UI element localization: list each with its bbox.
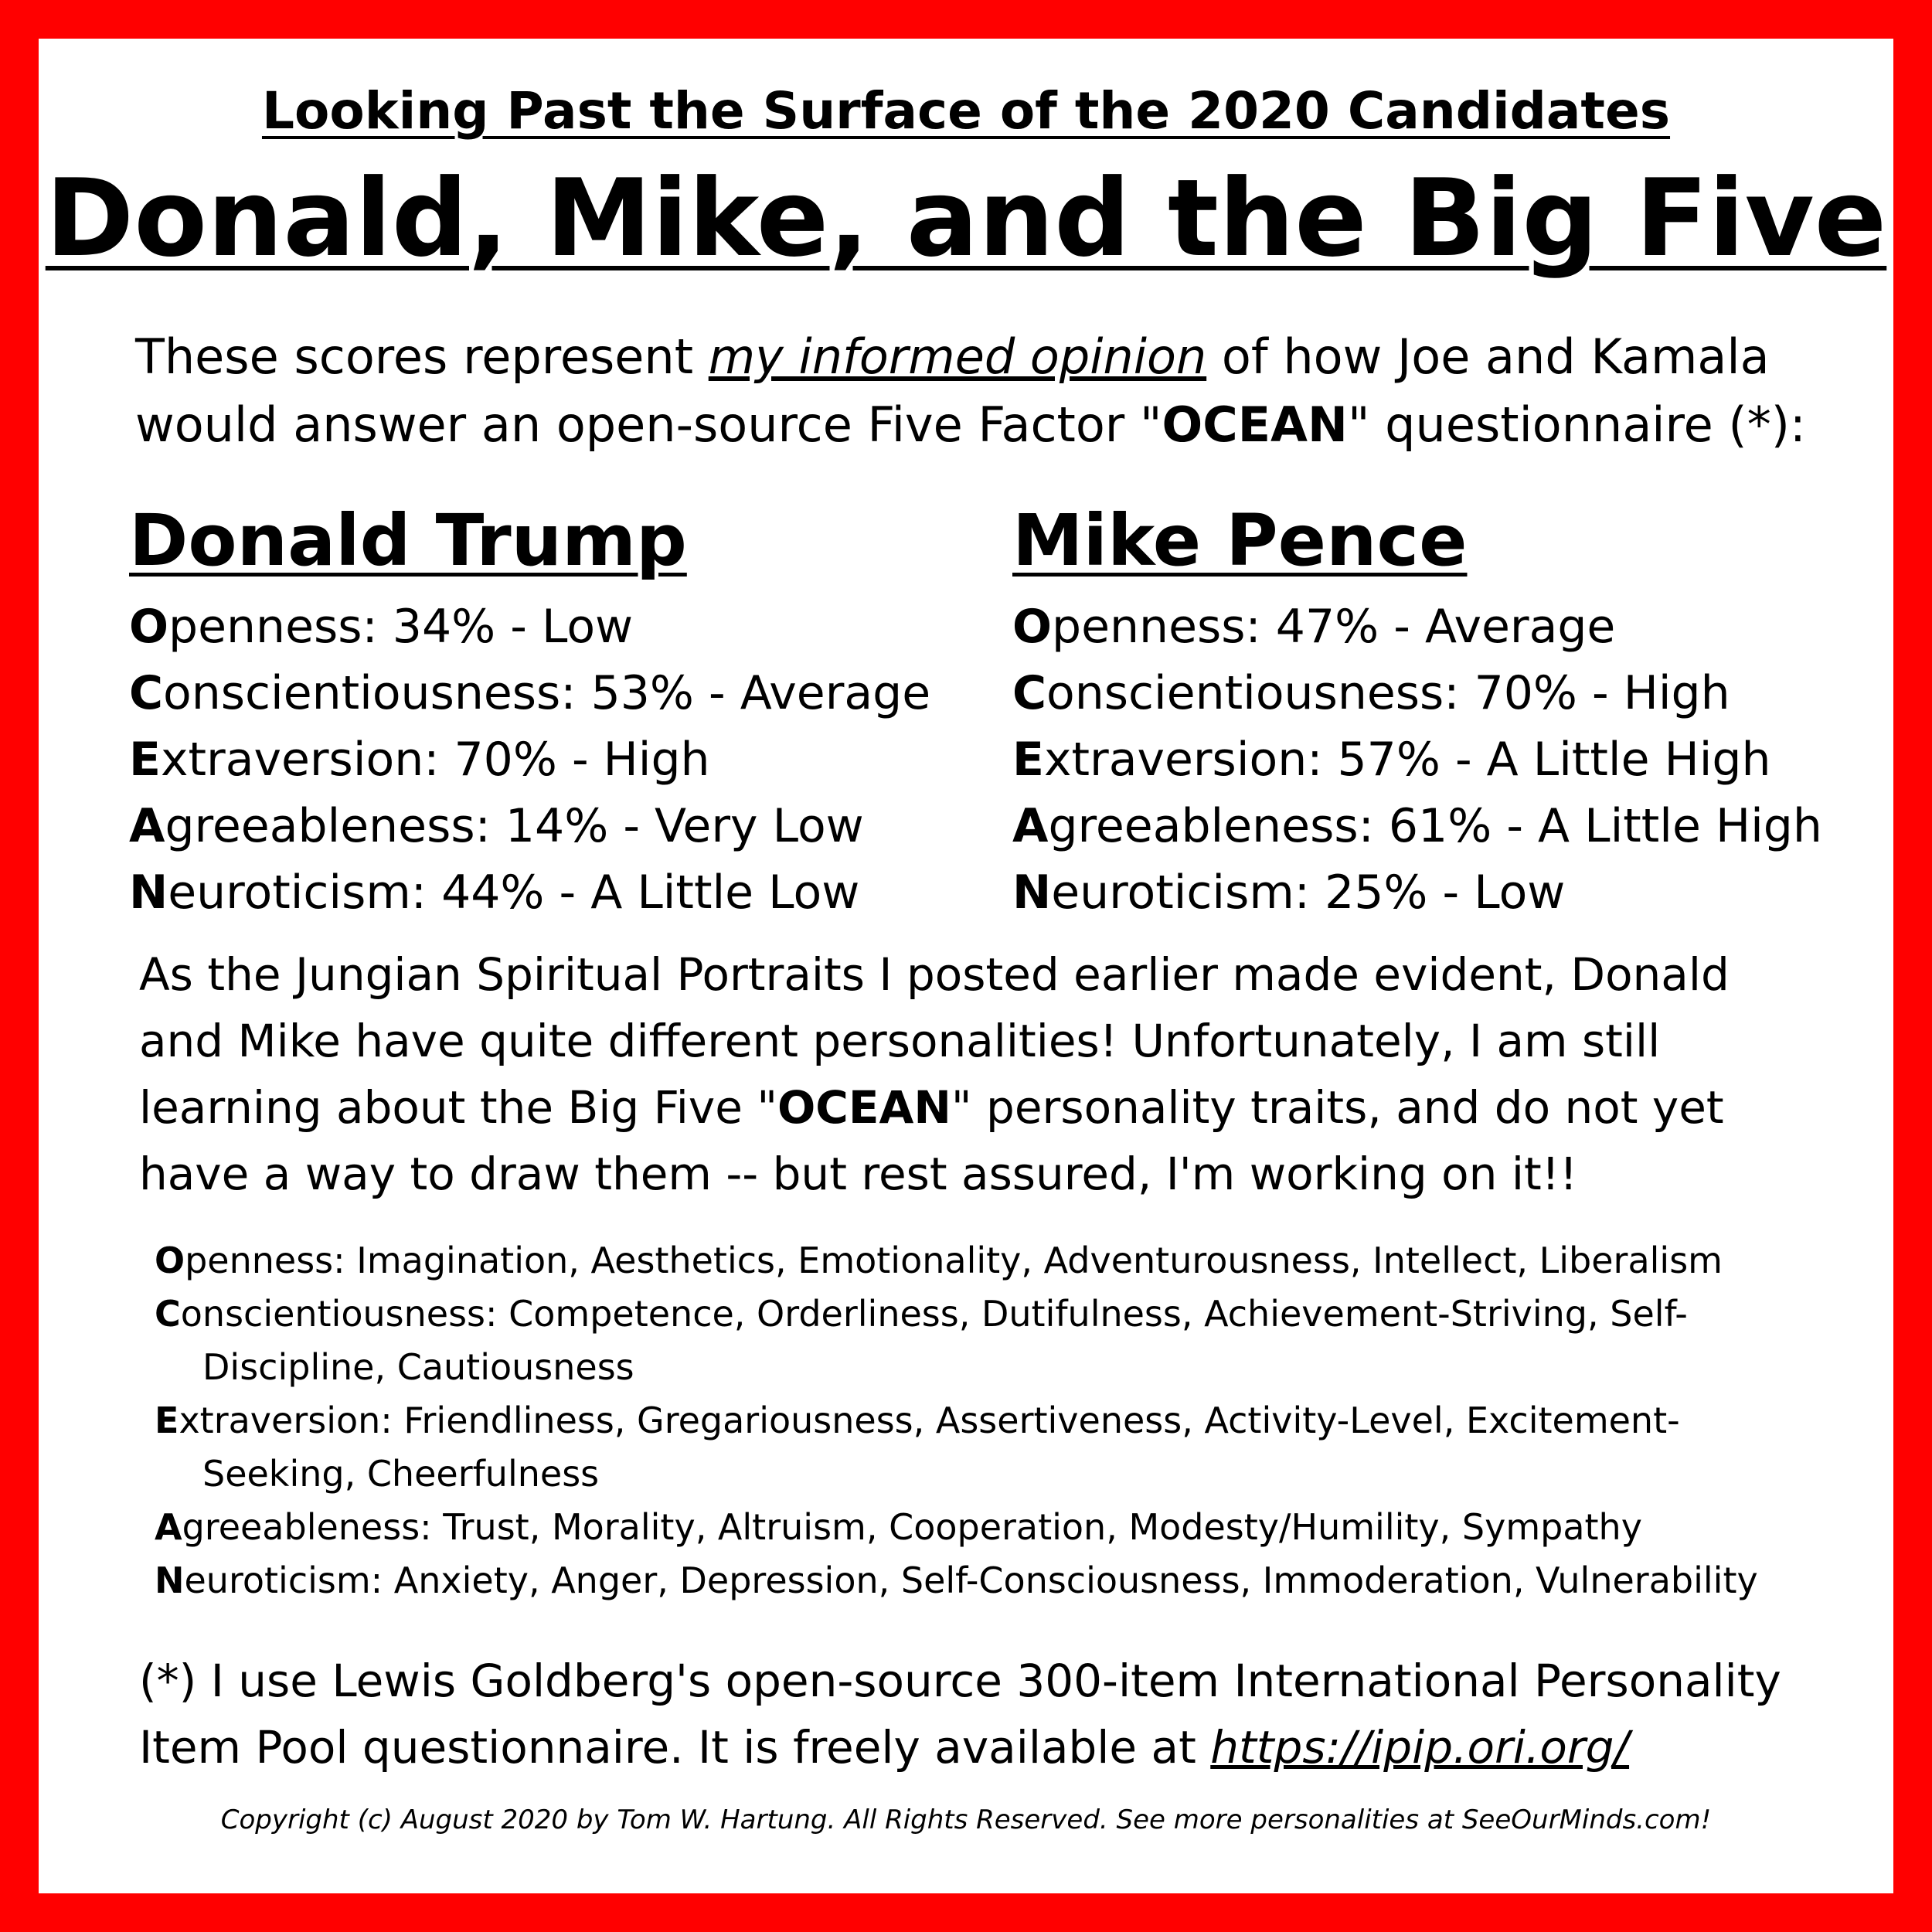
facet-initial: A <box>155 1506 182 1548</box>
trait-initial: O <box>1012 600 1053 654</box>
facet-text: euroticism: Anxiety, Anger, Depression, … <box>184 1560 1758 1601</box>
supertitle: Looking Past the Surface of the 2020 Can… <box>261 81 1671 141</box>
intro-part-1: These scores represent <box>135 328 709 385</box>
facet-item-agreeableness: Agreeableness: Trust, Morality, Altruism… <box>155 1501 1824 1554</box>
intro-emphasis: my informed opinion <box>708 328 1207 385</box>
trait-row-conscientiousness: Conscientiousness: 70% - High <box>1012 660 1862 726</box>
facet-item-conscientiousness: Conscientiousness: Competence, Orderline… <box>155 1287 1824 1394</box>
facet-initial: E <box>155 1400 179 1441</box>
trait-row-neuroticism: Neuroticism: 25% - Low <box>1012 859 1862 926</box>
trait-row-agreeableness: Agreeableness: 61% - A Little High <box>1012 793 1862 859</box>
trait-row-extraversion: Extraversion: 57% - A Little High <box>1012 726 1862 793</box>
facet-list: Openness: Imagination, Aesthetics, Emoti… <box>155 1234 1824 1607</box>
facet-text: xtraversion: Friendliness, Gregariousnes… <box>179 1400 1680 1495</box>
trait-row-conscientiousness: Conscientiousness: 53% - Average <box>129 660 979 726</box>
paragraph-ocean: OCEAN <box>777 1081 951 1134</box>
poster: Looking Past the Surface of the 2020 Can… <box>39 39 1893 1893</box>
trait-initial: E <box>1012 733 1044 787</box>
trait-row-agreeableness: Agreeableness: 14% - Very Low <box>129 793 979 859</box>
explanation-paragraph: As the Jungian Spiritual Portraits I pos… <box>139 941 1801 1207</box>
trait-initial: C <box>129 666 164 720</box>
facet-initial: C <box>155 1293 181 1335</box>
facet-text: onscientiousness: Competence, Orderlines… <box>180 1293 1688 1388</box>
trait-initial: N <box>129 866 168 920</box>
trait-text: penness: 47% - Average <box>1052 600 1616 654</box>
facet-item-extraversion: Extraversion: Friendliness, Gregariousne… <box>155 1394 1824 1501</box>
trait-row-extraversion: Extraversion: 70% - High <box>129 726 979 793</box>
facet-text: penness: Imagination, Aesthetics, Emotio… <box>185 1240 1723 1281</box>
trait-initial: O <box>129 600 169 654</box>
facet-initial: O <box>155 1240 185 1281</box>
candidate-name: Donald Trump <box>129 499 687 582</box>
facet-item-neuroticism: Neuroticism: Anxiety, Anger, Depression,… <box>155 1554 1824 1607</box>
copyright-notice: Copyright (c) August 2020 by Tom W. Hart… <box>220 1804 1712 1835</box>
facet-text: greeableness: Trust, Morality, Altruism,… <box>182 1506 1642 1548</box>
trait-text: euroticism: 25% - Low <box>1051 866 1566 920</box>
intro-part-3: " questionnaire (*): <box>1347 396 1806 453</box>
candidate-name: Mike Pence <box>1012 499 1468 582</box>
trait-text: euroticism: 44% - A Little Low <box>168 866 860 920</box>
trait-text: onscientiousness: 53% - Average <box>163 666 931 720</box>
facet-item-openness: Openness: Imagination, Aesthetics, Emoti… <box>155 1234 1824 1287</box>
trait-initial: A <box>1012 799 1049 853</box>
trait-initial: E <box>129 733 161 787</box>
page-title: Donald, Mike, and the Big Five <box>45 156 1887 281</box>
intro-ocean: OCEAN <box>1162 396 1348 453</box>
candidate-column-trump: Donald Trump Openness: 34% - Low Conscie… <box>129 495 979 926</box>
candidate-column-pence: Mike Pence Openness: 47% - Average Consc… <box>1012 495 1862 926</box>
trait-text: greeableness: 61% - A Little High <box>1048 799 1822 853</box>
trait-initial: C <box>1012 666 1047 720</box>
trait-text: penness: 34% - Low <box>168 600 634 654</box>
trait-row-neuroticism: Neuroticism: 44% - A Little Low <box>129 859 979 926</box>
intro-text: These scores represent my informed opini… <box>135 323 1851 459</box>
trait-row-openness: Openness: 34% - Low <box>129 594 979 660</box>
trait-row-openness: Openness: 47% - Average <box>1012 594 1862 660</box>
trait-text: xtraversion: 57% - A Little High <box>1044 733 1771 787</box>
trait-text: onscientiousness: 70% - High <box>1046 666 1730 720</box>
trait-text: greeableness: 14% - Very Low <box>165 799 864 853</box>
ipip-link[interactable]: https://ipip.ori.org/ <box>1210 1721 1629 1774</box>
trait-initial: N <box>1012 866 1052 920</box>
facet-initial: N <box>155 1560 185 1601</box>
trait-initial: A <box>129 799 165 853</box>
trait-text: xtraversion: 70% - High <box>161 733 710 787</box>
footnote: (*) I use Lewis Goldberg's open-source 3… <box>139 1648 1839 1781</box>
